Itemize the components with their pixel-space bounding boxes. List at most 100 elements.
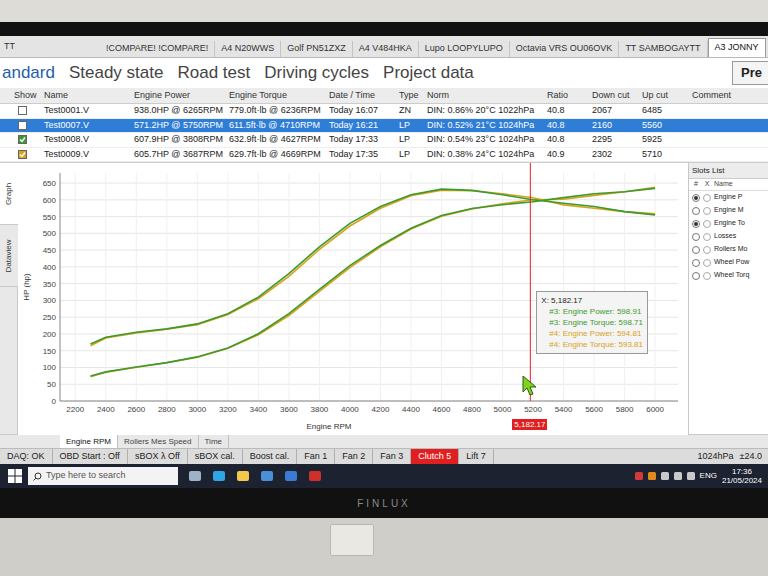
column-header[interactable]: Date / Time — [327, 89, 397, 103]
file-tab-label[interactable]: !COMPARE! !COMPARE! — [106, 42, 208, 56]
column-header[interactable]: Engine Torque — [227, 89, 327, 103]
slot-radio[interactable] — [692, 194, 700, 202]
status-item[interactable]: sBOX cal. — [188, 449, 243, 464]
column-header[interactable]: Ratio — [545, 89, 590, 103]
mode-tab[interactable]: Project data — [383, 60, 474, 86]
file-tab[interactable]: + — [766, 41, 768, 57]
file-explorer-icon[interactable] — [236, 469, 250, 483]
file-tab-label[interactable]: Lupo LOOPYLUPO — [425, 42, 503, 56]
column-header[interactable]: Down cut — [590, 89, 640, 103]
grid-line — [105, 173, 106, 401]
show-cell — [12, 106, 42, 115]
file-tab[interactable]: TT SAMBOGAYTT — [619, 41, 707, 57]
preset-button[interactable]: Pre — [732, 61, 768, 85]
slot-label: Engine To — [714, 218, 745, 229]
status-item[interactable]: sBOX λ Off — [128, 449, 188, 464]
file-tab-label[interactable]: A4 V484HKA — [359, 42, 412, 56]
status-item[interactable]: Lift 7 — [459, 449, 494, 464]
file-tab[interactable]: !COMPARE! !COMPARE! — [100, 41, 215, 57]
slot-item[interactable]: Wheel Pow — [689, 256, 768, 269]
file-tab[interactable]: A3 JONNY — [708, 38, 766, 57]
slot-toggle[interactable] — [703, 259, 711, 267]
temperature-reading: ±24.0 — [740, 450, 768, 464]
slot-radio[interactable] — [692, 207, 700, 215]
table-row[interactable]: Test0001.V938.0HP @ 6265RPM779.0ft·lb @ … — [0, 104, 768, 119]
file-tab[interactable]: A4 N20WWS — [215, 41, 281, 57]
language-indicator[interactable]: ENG — [700, 470, 717, 482]
slot-radio[interactable] — [692, 246, 700, 254]
taskbar-clock[interactable]: 17:3621/05/2024 — [722, 467, 762, 485]
status-item[interactable]: Fan 3 — [373, 449, 411, 464]
axis-tab[interactable]: Engine RPM — [60, 435, 118, 448]
slot-toggle[interactable] — [703, 233, 711, 241]
grid-line — [563, 173, 564, 401]
edge-icon[interactable] — [212, 469, 226, 483]
column-header[interactable]: Up cut — [640, 89, 690, 103]
axis-tab[interactable]: Rollers Mes Speed — [118, 435, 199, 448]
mode-tab[interactable]: Road test — [177, 60, 250, 86]
file-tab-label[interactable]: A3 JONNY — [715, 41, 759, 55]
slot-radio[interactable] — [692, 220, 700, 228]
y-tick: 50 — [47, 380, 56, 389]
slot-item[interactable]: Rollers Mo — [689, 243, 768, 256]
file-tab-label[interactable]: Golf PN51ZXZ — [287, 42, 346, 56]
task-view-icon[interactable] — [188, 469, 202, 483]
mode-tab[interactable]: Driving cycles — [264, 60, 369, 86]
column-header[interactable]: Comment — [690, 89, 768, 103]
status-item[interactable]: DAQ: OK — [0, 449, 53, 464]
file-tab[interactable]: Golf PN51ZXZ — [281, 41, 353, 57]
slot-item[interactable]: Losses — [689, 230, 768, 243]
axis-tab[interactable]: Time — [199, 435, 229, 448]
table-row[interactable]: Test0008.V607.9HP @ 3808RPM632.9ft·lb @ … — [0, 133, 768, 148]
file-tab-label[interactable]: A4 N20WWS — [221, 42, 274, 56]
column-header[interactable]: Name — [42, 89, 132, 103]
status-item[interactable]: Boost cal. — [243, 449, 298, 464]
slot-radio[interactable] — [692, 233, 700, 241]
column-header[interactable]: Show — [12, 89, 42, 103]
tooltip-line: #3: Engine Power: 598.91 — [541, 306, 643, 317]
slots-title: Slots List — [689, 163, 768, 179]
status-item[interactable]: OBD Start : Off — [53, 449, 128, 464]
show-checkbox[interactable] — [18, 121, 27, 130]
side-tab[interactable]: Graph — [0, 163, 18, 225]
file-tab-label[interactable]: Octavia VRS OU06OVK — [516, 42, 613, 56]
slot-item[interactable]: Engine M — [689, 204, 768, 217]
show-checkbox[interactable] — [18, 106, 27, 115]
windows-start-icon[interactable] — [8, 469, 22, 483]
dyno-app-icon[interactable] — [308, 469, 322, 483]
slot-radio[interactable] — [692, 259, 700, 267]
taskbar-search[interactable]: Type here to search — [28, 467, 178, 485]
y-tick: 400 — [43, 263, 57, 272]
file-tab[interactable]: Lupo LOOPYLUPO — [419, 41, 510, 57]
table-row[interactable]: Test0007.V571.2HP @ 5750RPM611.5ft·lb @ … — [0, 119, 768, 134]
side-tab-label[interactable]: Graph — [3, 182, 15, 204]
column-header[interactable]: Norm — [425, 89, 545, 103]
column-header[interactable]: Engine Power — [132, 89, 227, 103]
slot-item[interactable]: Wheel Torq — [689, 269, 768, 282]
side-tab-label[interactable]: Dataview — [3, 239, 15, 272]
file-tab[interactable]: Octavia VRS OU06OVK — [510, 41, 620, 57]
store-icon[interactable] — [260, 469, 274, 483]
column-header[interactable]: Type — [397, 89, 425, 103]
slot-radio[interactable] — [692, 272, 700, 280]
status-item[interactable]: Fan 1 — [297, 449, 335, 464]
mode-tab[interactable]: andard — [2, 60, 55, 86]
slot-toggle[interactable] — [703, 272, 711, 280]
slot-item[interactable]: Engine P — [689, 191, 768, 204]
slot-toggle[interactable] — [703, 194, 711, 202]
mail-icon[interactable] — [284, 469, 298, 483]
status-item[interactable]: Fan 2 — [335, 449, 373, 464]
side-tab[interactable]: Dataview — [0, 225, 18, 287]
slot-toggle[interactable] — [703, 207, 711, 215]
show-checkbox[interactable] — [18, 135, 27, 144]
slot-toggle[interactable] — [703, 220, 711, 228]
slot-toggle[interactable] — [703, 246, 711, 254]
mode-tab[interactable]: Steady state — [69, 60, 164, 86]
file-tab-label[interactable]: TT SAMBOGAYTT — [625, 42, 700, 56]
status-item[interactable]: Clutch 5 — [411, 449, 459, 464]
file-tab[interactable]: A4 V484HKA — [353, 41, 419, 57]
show-checkbox[interactable] — [18, 150, 27, 159]
search-placeholder[interactable]: Type here to search — [46, 469, 126, 483]
slot-item[interactable]: Engine To — [689, 217, 768, 230]
table-row[interactable]: Test0009.V605.7HP @ 3687RPM629.7ft·lb @ … — [0, 148, 768, 163]
